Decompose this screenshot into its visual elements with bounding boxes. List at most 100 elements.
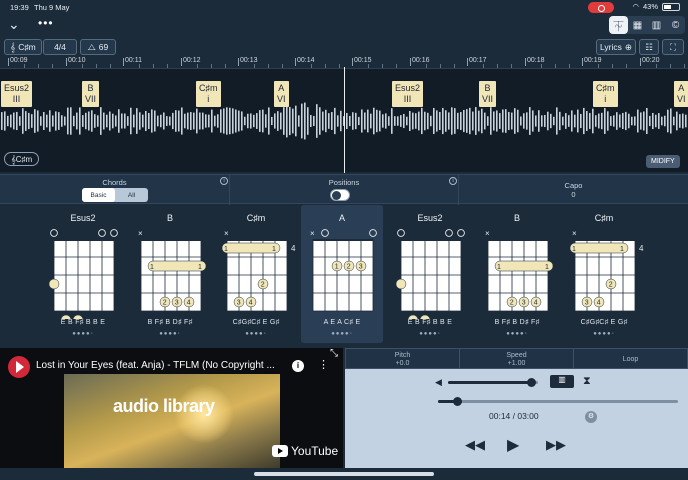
waveform-view-icon[interactable]: ⏇	[609, 16, 628, 34]
collapse-icon[interactable]: ⤡	[330, 348, 338, 359]
ruler-minor-tick	[197, 64, 198, 68]
waveform-bar	[592, 108, 594, 134]
position-dots[interactable]: ●●●●◦	[129, 331, 211, 337]
waveform-bar	[316, 104, 318, 138]
youtube-video[interactable]: Lost in Your Eyes (feat. Anja) - TFLM (N…	[0, 348, 343, 468]
ruler-tick: 00:20	[640, 57, 660, 66]
chord-diagram[interactable]: C♯m × 1 1 2 3 4 4 C♯G♯C♯ E G♯ ●●●●◦	[563, 205, 645, 343]
waveform-bar	[457, 112, 459, 130]
chord-diagram[interactable]: C♯m × 1 1 2 3 4 4 C♯G♯C♯ E G♯ ●●●●◦	[215, 205, 297, 343]
timeline-chord[interactable]: Esus2 III	[392, 81, 424, 107]
chord-diagram[interactable]: Esus2 E B F♯ B B E ●●●●◦	[42, 205, 124, 343]
waveform-bar	[178, 110, 180, 132]
positions-info-icon[interactable]: i	[449, 177, 457, 185]
basic-option[interactable]: Basic	[82, 188, 115, 202]
speed-control[interactable]: Speed +1.00	[460, 349, 574, 368]
chord-diagram[interactable]: A × 1 2 3 A E A C♯ E ●●●●◦	[301, 205, 383, 343]
video-title[interactable]: Lost in Your Eyes (feat. Anja) - TFLM (N…	[36, 360, 276, 371]
waveform-bar	[58, 112, 60, 130]
volume-fill	[448, 381, 531, 384]
position-dots[interactable]: ●●●●◦	[389, 331, 471, 337]
midify-button[interactable]: MIDIFY	[646, 155, 680, 168]
waveform-bar	[145, 110, 147, 132]
lyrics-button[interactable]: Lyrics ⊕	[596, 39, 636, 55]
timer-icon[interactable]: ⧗	[583, 375, 591, 388]
lyrics-label: Lyrics	[599, 42, 622, 52]
chords-label: Chords	[102, 178, 127, 187]
info-icon[interactable]: i	[292, 360, 304, 372]
waveform-bar	[115, 115, 117, 127]
ruler-tick: 00:12	[181, 57, 201, 66]
ruler-minor-tick	[167, 64, 168, 68]
position-dots[interactable]: ●●●●◦	[301, 331, 383, 337]
play-icon[interactable]: ▶	[507, 435, 519, 455]
waveform-bar	[574, 114, 576, 128]
waveform-bar	[103, 112, 105, 130]
more-menu-button[interactable]: •••	[38, 16, 54, 30]
positions-section: Positions i	[230, 175, 459, 205]
position-dots[interactable]: ●●●●◦	[476, 331, 558, 337]
timeline-chord[interactable]: C♯m i	[196, 81, 221, 107]
piano-mute-icon[interactable]: ▥	[550, 375, 574, 388]
nut	[575, 239, 635, 241]
chord-view-icon[interactable]: ©	[666, 16, 685, 34]
timeline-chord[interactable]: A VI	[674, 81, 688, 107]
timeline-chord[interactable]: B VII	[479, 81, 497, 107]
chords-info-icon[interactable]: i	[220, 177, 228, 185]
timeline-chord[interactable]: B VII	[82, 81, 100, 107]
timeline-chord[interactable]: Esus2 III	[1, 81, 33, 107]
waveform-bar	[205, 114, 207, 128]
date: Thu 9 May	[34, 3, 70, 12]
timeline-chord[interactable]: A VI	[274, 81, 289, 107]
more-vertical-icon[interactable]: ⋮	[318, 358, 329, 371]
waveform-bar	[337, 115, 339, 127]
position-dots[interactable]: ●●●●◦	[215, 331, 297, 337]
expand-button[interactable]: ⛶	[662, 39, 684, 55]
all-option[interactable]: All	[115, 188, 148, 202]
rewind-icon[interactable]: ◀◀	[465, 437, 485, 453]
waveform-bar	[43, 112, 45, 130]
waveform-bar	[16, 111, 18, 131]
grid-view-icon[interactable]: ▦	[628, 16, 647, 34]
mixer-button[interactable]: ☷	[639, 39, 659, 55]
youtube-logo[interactable]: YouTube	[272, 444, 338, 458]
waveform-bar	[97, 115, 99, 127]
waveform-bar	[628, 113, 630, 129]
playhead[interactable]	[344, 67, 345, 173]
capo-section[interactable]: Capo 0	[459, 175, 688, 205]
fast-forward-icon[interactable]: ▶▶	[546, 437, 566, 453]
waveform-bar	[172, 112, 174, 130]
collapse-chevron-icon[interactable]: ⌄	[8, 16, 20, 33]
volume-knob[interactable]	[526, 378, 536, 387]
timeline-chord[interactable]: C♯m i	[593, 81, 618, 107]
chord-diagram[interactable]: B × 1 1 2 3 4 B F♯ B D♯ F♯ ●●●●◦	[476, 205, 558, 343]
pitch-control[interactable]: Pitch +0.0	[346, 349, 460, 368]
waveform-bar	[622, 112, 624, 130]
chord-diagram[interactable]: Esus2 E B F♯ B B E ●●●●◦	[389, 205, 471, 343]
progress-knob[interactable]	[452, 397, 462, 406]
channel-logo[interactable]	[8, 356, 30, 378]
open-string-icon	[369, 229, 377, 237]
ruler-minor-tick	[254, 64, 255, 68]
ruler-minor-tick	[153, 64, 154, 68]
key-chip[interactable]: 𝄞C♯m	[4, 152, 40, 166]
keyboard-view-icon[interactable]: ▥	[647, 16, 666, 34]
chord-diagram[interactable]: B × 1 1 2 3 4 B F♯ B D♯ F♯ ●●●●◦	[129, 205, 211, 343]
tempo-button[interactable]: ⧍ 69	[80, 39, 116, 55]
volume-slider[interactable]	[448, 378, 538, 387]
positions-toggle[interactable]	[330, 189, 350, 201]
time-signature-button[interactable]: 4/4	[43, 39, 77, 55]
ruler-minor-tick	[382, 64, 383, 68]
waveform-bar	[223, 108, 225, 134]
progress-slider[interactable]	[438, 397, 678, 406]
position-dots[interactable]: ●●●●◦	[563, 331, 645, 337]
fret-number: 4	[291, 244, 296, 253]
wifi-icon: ◠	[632, 2, 639, 11]
settings-icon[interactable]: ⚙	[585, 411, 597, 423]
key-button[interactable]: 𝄞 C♯m	[4, 39, 42, 55]
loop-control[interactable]: Loop	[574, 349, 687, 368]
waveform-bar	[568, 115, 570, 127]
position-dots[interactable]: ●●●●◦	[42, 331, 124, 337]
muted-string-icon: ×	[485, 229, 490, 238]
timeline-chord-name: C♯m	[199, 83, 218, 93]
